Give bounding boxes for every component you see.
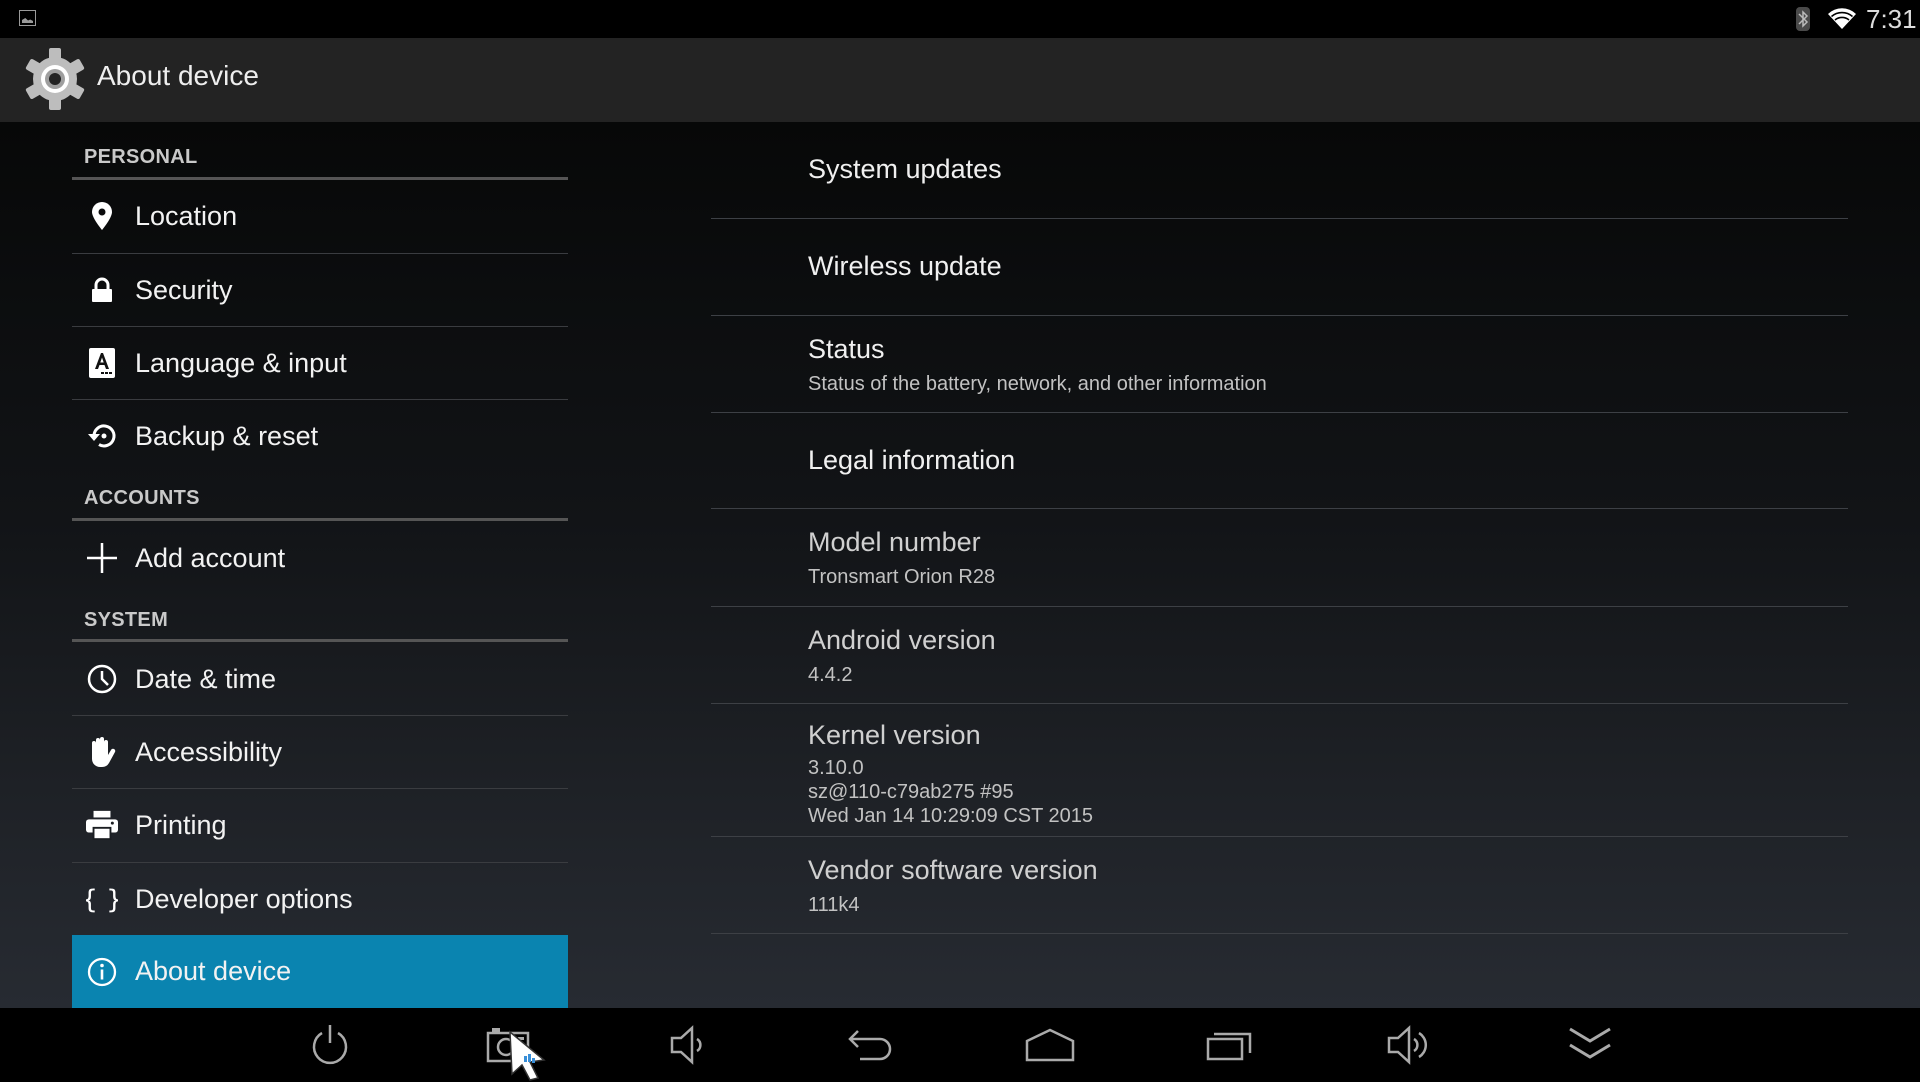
volume-down-button[interactable] bbox=[662, 1022, 718, 1068]
navigation-bar bbox=[0, 1008, 1920, 1082]
system-updates-row[interactable]: System updates bbox=[711, 122, 1848, 218]
svg-text:{ }: { } bbox=[86, 885, 118, 914]
double-chevron-down-icon bbox=[1566, 1025, 1614, 1065]
sidebar-item-accessibility[interactable]: Accessibility bbox=[72, 716, 568, 788]
sidebar-item-security[interactable]: Security bbox=[72, 254, 568, 326]
sidebar-item-date-time[interactable]: Date & time bbox=[72, 643, 568, 715]
sidebar-item-printing[interactable]: Printing bbox=[72, 789, 568, 861]
recent-apps-button[interactable] bbox=[1202, 1022, 1258, 1068]
sidebar-item-location[interactable]: Location bbox=[72, 180, 568, 252]
row-summary: 4.4.2 bbox=[808, 664, 853, 686]
kernel-version-row: Kernel version 3.10.0 sz@110-c79ab275 #9… bbox=[711, 704, 1848, 836]
model-number-row: Model number Tronsmart Orion R28 bbox=[711, 509, 1848, 605]
category-divider bbox=[72, 639, 568, 642]
sidebar-item-label: About device bbox=[135, 956, 292, 986]
row-title: Kernel version bbox=[808, 720, 981, 750]
volume-up-icon bbox=[1386, 1023, 1434, 1067]
divider bbox=[711, 933, 1848, 934]
sidebar-item-label: Backup & reset bbox=[135, 420, 319, 451]
sidebar-item-label: Accessibility bbox=[135, 736, 283, 767]
backup-restore-icon bbox=[86, 420, 118, 452]
power-button[interactable] bbox=[302, 1022, 358, 1068]
braces-icon: { } bbox=[86, 883, 118, 915]
bluetooth-icon bbox=[1796, 7, 1810, 31]
home-icon bbox=[1025, 1027, 1075, 1063]
sidebar-item-label: Location bbox=[135, 200, 238, 231]
row-title: System updates bbox=[808, 154, 1002, 184]
sidebar-item-label: Add account bbox=[135, 542, 286, 573]
info-icon bbox=[86, 956, 118, 988]
location-pin-icon bbox=[86, 200, 118, 232]
printer-icon bbox=[86, 809, 118, 841]
back-arrow-icon bbox=[846, 1025, 894, 1065]
clock-icon bbox=[86, 663, 118, 695]
sidebar-item-language-input[interactable]: Language & input bbox=[72, 327, 568, 399]
row-summary: Tronsmart Orion R28 bbox=[808, 566, 996, 588]
row-title: Wireless update bbox=[808, 251, 1002, 281]
hand-icon bbox=[86, 736, 118, 768]
sidebar-item-label: Date & time bbox=[135, 663, 277, 694]
home-button[interactable] bbox=[1022, 1022, 1078, 1068]
sidebar-item-add-account[interactable]: Add account bbox=[72, 522, 568, 594]
sidebar-item-label: Language & input bbox=[135, 347, 347, 378]
row-title: Legal information bbox=[808, 445, 1016, 475]
wireless-update-row[interactable]: Wireless update bbox=[711, 219, 1848, 315]
mouse-cursor bbox=[508, 1030, 548, 1082]
status-bar: 7:31 bbox=[0, 0, 1920, 38]
wifi-icon bbox=[1828, 8, 1856, 30]
legal-information-row[interactable]: Legal information bbox=[711, 413, 1848, 509]
power-icon bbox=[308, 1023, 352, 1067]
page-title: About device bbox=[97, 60, 259, 91]
language-keyboard-icon bbox=[86, 347, 118, 379]
row-title: Android version bbox=[808, 625, 996, 655]
category-system: SYSTEM bbox=[84, 609, 169, 631]
sidebar-item-label: Printing bbox=[135, 809, 227, 840]
row-summary-line: Wed Jan 14 10:29:09 CST 2015 bbox=[808, 805, 1094, 827]
status-row[interactable]: Status Status of the battery, network, a… bbox=[711, 316, 1848, 412]
sidebar-item-label: Security bbox=[135, 274, 233, 305]
back-button[interactable] bbox=[842, 1022, 898, 1068]
row-title: Status bbox=[808, 334, 885, 364]
plus-icon bbox=[86, 542, 118, 574]
sidebar-item-developer-options[interactable]: { } Developer options bbox=[72, 863, 568, 935]
row-summary: 111k4 bbox=[808, 894, 860, 916]
category-accounts: ACCOUNTS bbox=[84, 487, 200, 509]
settings-content: PERSONAL Location Security Language & in… bbox=[0, 122, 1920, 1008]
lock-icon bbox=[86, 274, 118, 306]
sidebar-item-about-device[interactable]: About device bbox=[72, 935, 568, 1008]
row-title: Vendor software version bbox=[808, 855, 1098, 885]
action-bar: About device bbox=[0, 38, 1920, 122]
row-summary: Status of the battery, network, and othe… bbox=[808, 373, 1267, 395]
volume-up-button[interactable] bbox=[1382, 1022, 1438, 1068]
category-divider bbox=[72, 518, 568, 521]
settings-gear-icon[interactable] bbox=[20, 44, 90, 114]
category-personal: PERSONAL bbox=[84, 146, 198, 168]
android-version-row[interactable]: Android version 4.4.2 bbox=[711, 607, 1848, 703]
hide-navigation-button[interactable] bbox=[1562, 1022, 1618, 1068]
row-title: Model number bbox=[808, 527, 981, 557]
sidebar-item-label: Developer options bbox=[135, 883, 353, 914]
recent-apps-icon bbox=[1206, 1027, 1254, 1063]
vendor-software-version-row: Vendor software version 111k4 bbox=[711, 837, 1848, 933]
row-summary-line: sz@110-c79ab275 #95 bbox=[808, 781, 1014, 803]
gallery-icon bbox=[19, 10, 36, 26]
clock: 7:31 bbox=[1866, 4, 1917, 34]
sidebar-item-backup-reset[interactable]: Backup & reset bbox=[72, 400, 568, 472]
row-summary-line: 3.10.0 bbox=[808, 757, 864, 779]
volume-down-icon bbox=[668, 1023, 712, 1067]
